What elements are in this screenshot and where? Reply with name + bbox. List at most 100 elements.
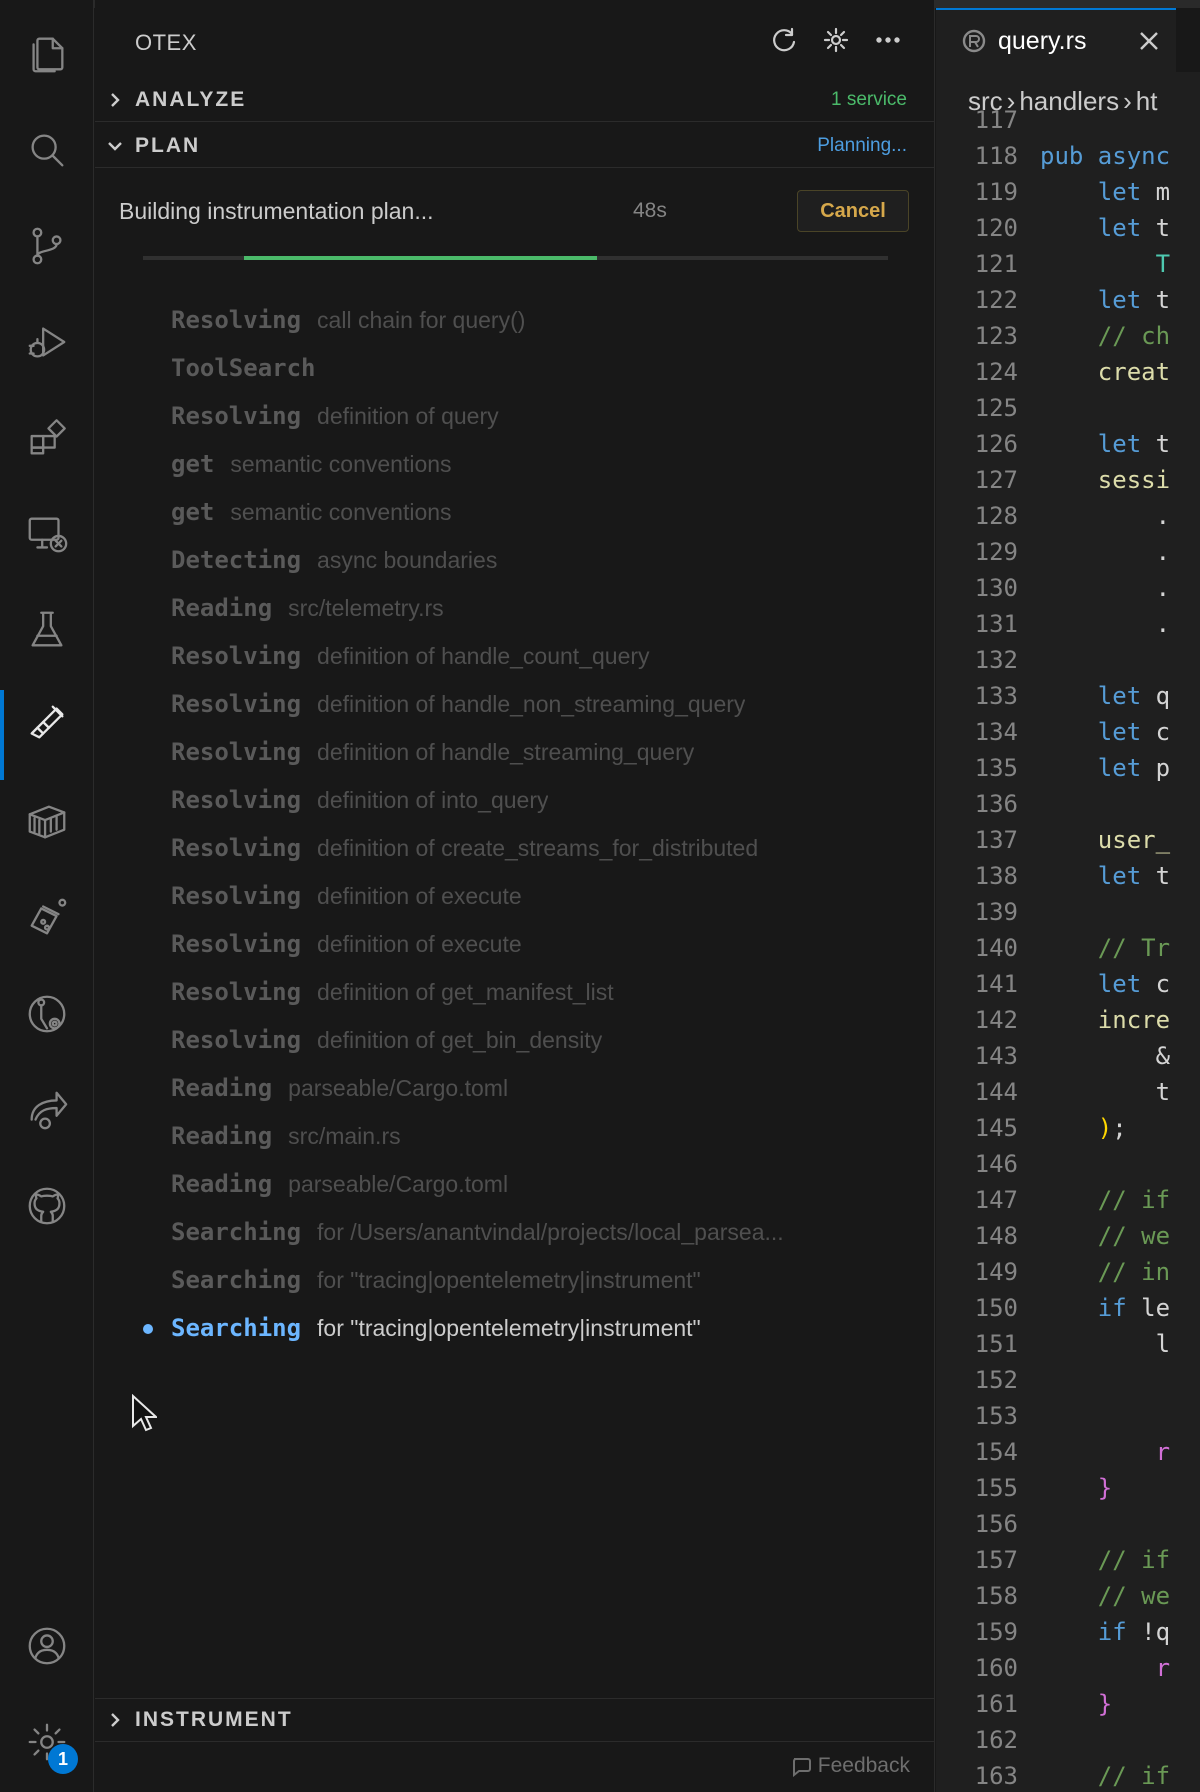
mouse-cursor-icon: [131, 1393, 159, 1437]
code-token: let: [1040, 430, 1156, 458]
plan-step: Reading src/main.rs: [95, 1116, 935, 1156]
line-number: 155: [974, 1474, 1018, 1502]
code-line: 156: [936, 1506, 1200, 1542]
step-detail: definition of handle_streaming_query: [317, 738, 695, 765]
line-source: T: [1040, 246, 1170, 282]
line-number: 131: [974, 610, 1018, 638]
flask-icon[interactable]: [0, 878, 94, 958]
line-source: &: [1040, 1038, 1170, 1074]
line-number: 129: [974, 538, 1018, 566]
code-line: 160 r: [936, 1650, 1200, 1686]
line-number: 118: [974, 142, 1018, 170]
code-line: 149 // in: [936, 1254, 1200, 1290]
code-line: 142 incre: [936, 1002, 1200, 1038]
line-number: 133: [974, 682, 1018, 710]
line-source: // in: [1040, 1254, 1170, 1290]
line-source: }: [1040, 1686, 1112, 1722]
progress-track: [143, 256, 888, 260]
code-token: // Tr: [1040, 934, 1171, 962]
plan-step: Resolving definition of query: [95, 396, 935, 436]
line-source: // if: [1040, 1182, 1170, 1218]
code-token: r: [1040, 1654, 1171, 1682]
step-detail: semantic conventions: [230, 498, 452, 525]
github-icon[interactable]: [0, 1166, 94, 1246]
step-detail: call chain for query(): [317, 306, 526, 333]
step-verb: Reading: [171, 1074, 273, 1102]
close-icon[interactable]: [1136, 28, 1162, 54]
code-token: .: [1040, 574, 1171, 602]
code-line: 132: [936, 642, 1200, 678]
step-verb: Resolving: [171, 690, 302, 718]
code-line: 145 );: [936, 1110, 1200, 1146]
source-control-icon[interactable]: [0, 206, 94, 286]
plan-step: Resolving definition of handle_streaming_…: [95, 732, 935, 772]
code-line: 136: [936, 786, 1200, 822]
remote-explorer-icon[interactable]: [0, 494, 94, 574]
line-source: r: [1040, 1434, 1170, 1470]
code-token: c: [1155, 718, 1171, 746]
code-token: user_: [1040, 826, 1171, 854]
line-number: 153: [974, 1402, 1018, 1430]
analyze-section-header[interactable]: ANALYZE 1 service: [95, 78, 935, 122]
gear-icon[interactable]: [820, 24, 852, 56]
line-source: r: [1040, 1650, 1170, 1686]
container-icon[interactable]: [0, 782, 94, 862]
cancel-button[interactable]: Cancel: [797, 190, 909, 232]
feedback-link[interactable]: Feedback: [790, 1754, 910, 1778]
tab-query-rs[interactable]: query.rs: [936, 8, 1176, 72]
code-token: let: [1040, 754, 1156, 782]
timeline-icon[interactable]: [0, 974, 94, 1054]
code-line: 119 let m: [936, 174, 1200, 210]
code-line: 118 pub async: [936, 138, 1200, 174]
line-number: 128: [974, 502, 1018, 530]
step-verb: ToolSearch: [171, 354, 316, 382]
line-number: 123: [974, 322, 1018, 350]
code-token: t: [1155, 430, 1171, 458]
line-number: 139: [974, 898, 1018, 926]
code-token: // if: [1040, 1186, 1171, 1214]
otex-icon[interactable]: [0, 682, 94, 780]
code-line: 163 // if: [936, 1758, 1200, 1792]
plan-step: get semantic conventions: [95, 444, 935, 484]
step-verb: Reading: [171, 594, 273, 622]
line-source: // if: [1040, 1758, 1170, 1792]
account-icon[interactable]: [0, 1606, 94, 1686]
testing-icon[interactable]: [0, 590, 94, 670]
extensions-icon[interactable]: [0, 398, 94, 478]
plan-section-header[interactable]: PLAN Planning...: [95, 124, 935, 168]
code-token: let: [1040, 682, 1156, 710]
chevron-right-icon: [95, 91, 135, 109]
line-source: }: [1040, 1470, 1112, 1506]
more-icon[interactable]: [872, 24, 904, 56]
line-source: if !q: [1040, 1614, 1170, 1650]
run-debug-icon[interactable]: [0, 302, 94, 382]
line-number: 146: [974, 1150, 1018, 1178]
code-line: 122 let t: [936, 282, 1200, 318]
plan-step: Searching for /Users/anantvindal/projects…: [95, 1212, 935, 1252]
activity-bar: 1: [0, 0, 94, 1792]
settings-gear-icon[interactable]: [0, 1702, 94, 1782]
editor-tab-bar: query.rs: [936, 8, 1200, 72]
step-detail: definition of query: [317, 402, 499, 429]
code-token: r: [1040, 1438, 1171, 1466]
refresh-icon[interactable]: [768, 24, 800, 56]
files-icon[interactable]: [0, 14, 94, 94]
code-token: q: [1155, 682, 1171, 710]
line-number: 122: [974, 286, 1018, 314]
comment-icon: [792, 1758, 811, 1777]
line-source: .: [1040, 498, 1170, 534]
step-verb: Searching: [171, 1314, 302, 1342]
code-token: incre: [1040, 1006, 1171, 1034]
line-source: if le: [1040, 1290, 1170, 1326]
search-icon[interactable]: [0, 110, 94, 190]
code-line: 123 // ch: [936, 318, 1200, 354]
line-number: 150: [974, 1294, 1018, 1322]
chevron-right-icon: [95, 1711, 135, 1729]
code-line: 137 user_: [936, 822, 1200, 858]
share-icon[interactable]: [0, 1070, 94, 1150]
code-line: 157 // if: [936, 1542, 1200, 1578]
code-line: 152: [936, 1362, 1200, 1398]
chevron-down-icon: [95, 137, 135, 155]
instrument-section-header[interactable]: INSTRUMENT: [95, 1698, 935, 1742]
code-token: // if: [1040, 1762, 1171, 1790]
